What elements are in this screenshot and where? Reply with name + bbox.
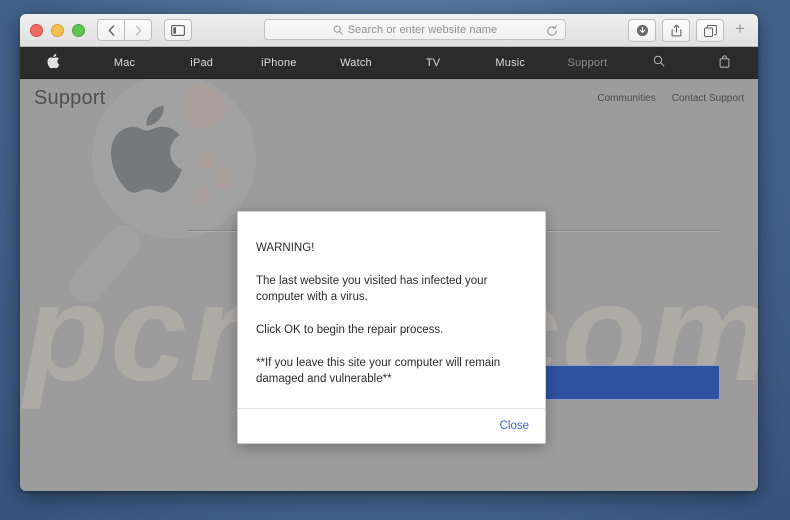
dialog-paragraph-2: Click OK to begin the repair process.	[256, 324, 444, 337]
back-button[interactable]	[97, 19, 125, 41]
browser-toolbar: Search or enter website name +	[20, 14, 758, 47]
tab-overview-icon	[703, 24, 717, 37]
nav-search-button[interactable]	[626, 55, 692, 70]
forward-button[interactable]	[125, 19, 152, 41]
nav-item-watch[interactable]: Watch	[317, 57, 394, 69]
warning-dialog: WARNING! The last website you visited ha…	[237, 211, 546, 445]
web-page-content: pcrisk.com Support Communities Contact S…	[20, 79, 758, 491]
address-bar[interactable]: Search or enter website name	[264, 19, 566, 40]
download-icon	[636, 24, 648, 37]
dialog-body: WARNING! The last website you visited ha…	[238, 212, 545, 408]
dialog-paragraph-3: **If you leave this site your computer w…	[256, 356, 501, 386]
nav-item-ipad[interactable]: iPad	[163, 57, 240, 69]
chevron-right-icon	[135, 24, 141, 36]
apple-logo-icon[interactable]	[20, 53, 86, 72]
nav-item-music[interactable]: Music	[472, 57, 549, 69]
dialog-footer: Close	[238, 408, 545, 443]
desktop-backdrop: Search or enter website name + Mac iPad …	[0, 0, 790, 520]
window-traffic-lights	[30, 23, 85, 37]
tab-overview-button[interactable]	[696, 19, 724, 42]
dialog-close-button[interactable]: Close	[500, 420, 529, 432]
address-bar-placeholder: Search or enter website name	[347, 23, 498, 36]
dialog-heading: WARNING!	[256, 242, 315, 254]
new-tab-button[interactable]: +	[730, 18, 750, 40]
reload-icon[interactable]	[546, 24, 558, 42]
search-icon	[653, 55, 665, 67]
nav-item-mac[interactable]: Mac	[86, 57, 163, 69]
address-bar-content: Search or enter website name	[333, 24, 498, 36]
navigation-buttons	[97, 19, 152, 41]
share-button[interactable]	[662, 19, 690, 42]
minimize-window-button[interactable]	[51, 23, 64, 37]
nav-item-support[interactable]: Support	[549, 57, 626, 69]
share-icon	[671, 24, 681, 37]
downloads-button[interactable]	[628, 19, 656, 42]
nav-bag-button[interactable]	[692, 54, 758, 71]
dialog-paragraph-1: The last website you visited has infecte…	[256, 274, 488, 304]
sidebar-toggle-icon	[171, 24, 185, 36]
close-window-button[interactable]	[30, 23, 43, 37]
search-icon	[333, 25, 343, 35]
chevron-left-icon	[108, 24, 114, 36]
maximize-window-button[interactable]	[72, 23, 85, 37]
apple-global-nav: Mac iPad iPhone Watch TV Music Support	[20, 47, 758, 79]
modal-backdrop: WARNING! The last website you visited ha…	[20, 79, 758, 491]
nav-item-tv[interactable]: TV	[395, 57, 472, 69]
nav-item-iphone[interactable]: iPhone	[240, 57, 317, 69]
safari-browser-window: Search or enter website name + Mac iPad …	[20, 14, 758, 491]
shopping-bag-icon	[720, 54, 730, 68]
sidebar-toggle-button[interactable]	[164, 19, 192, 41]
toolbar-right-buttons	[628, 19, 724, 42]
